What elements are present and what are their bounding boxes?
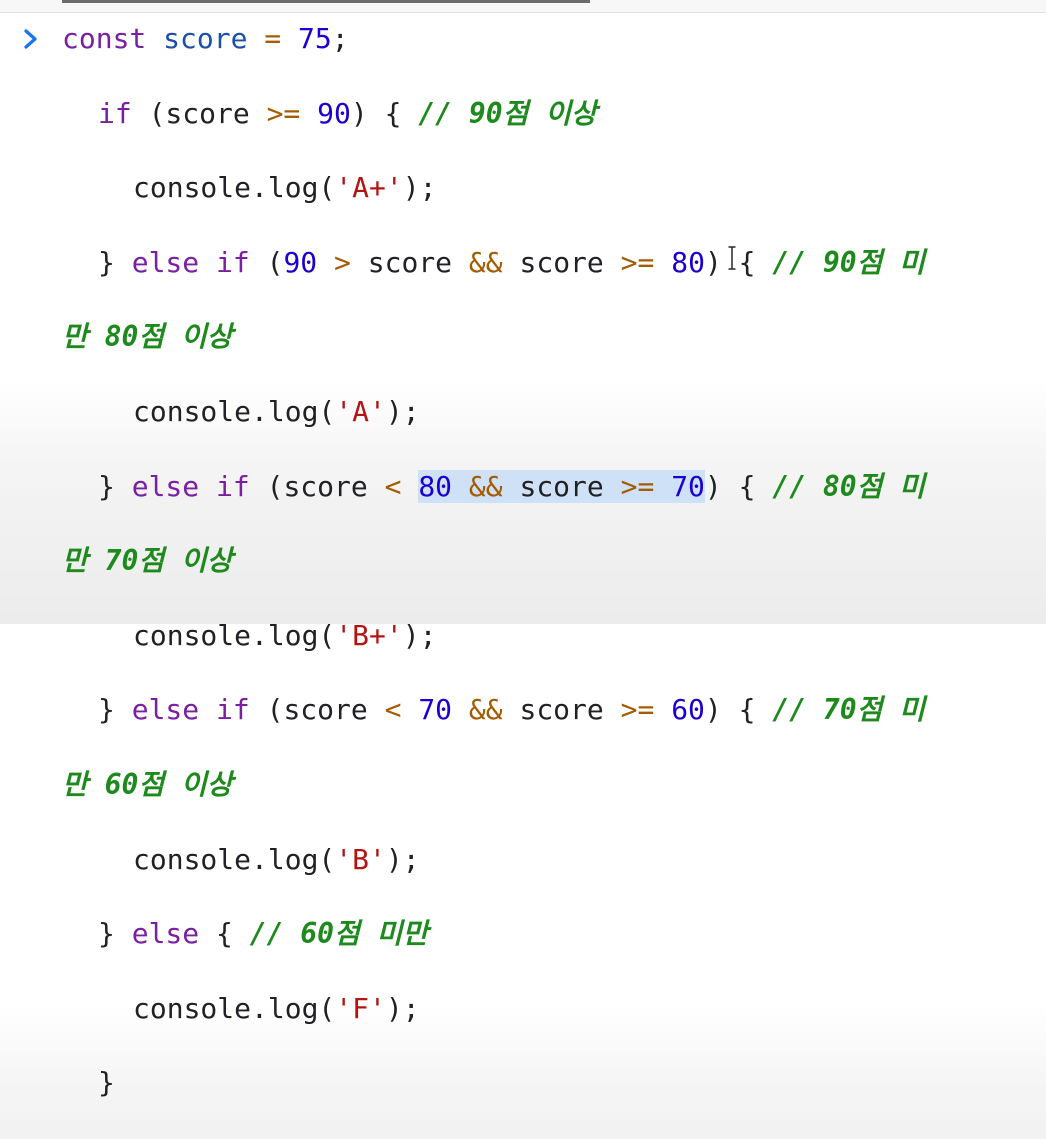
code-text: console.log( [133, 991, 336, 1025]
keyword: if [98, 96, 132, 130]
string-literal: 'B' [335, 842, 386, 876]
scroll-indicator [62, 0, 590, 3]
keyword: else if [131, 469, 250, 503]
comment: 만 70점 이상 [62, 544, 233, 578]
operator: && [468, 693, 503, 727]
code-text: } [98, 917, 132, 951]
code-text: score [502, 245, 621, 279]
operator: < [384, 693, 402, 727]
code-text: score [502, 693, 621, 727]
text-selection: 80 && score >= 70 [418, 469, 705, 503]
code-line: console.log('B+'); [62, 617, 1022, 654]
code-text: } [98, 245, 132, 279]
keyword: else if [131, 245, 250, 279]
number-literal: 70 [418, 693, 453, 727]
operator: < [384, 469, 402, 503]
code-text: } [98, 469, 132, 503]
string-literal: 'A+' [335, 171, 403, 205]
number-literal: 80 [418, 469, 453, 503]
comment: // 60점 미만 [249, 917, 429, 951]
code-text: ) { [704, 245, 773, 279]
comment: // 80점 미 [772, 469, 926, 503]
code-line: } else if (90 > score && score >= 80) { … [62, 244, 1022, 281]
code-line: console.log('F'); [62, 990, 1022, 1027]
comment: // 70점 미 [772, 693, 926, 727]
code-text: ( [249, 245, 284, 279]
code-text: } [98, 1066, 115, 1100]
number-literal: 90 [317, 96, 351, 130]
text-cursor-icon [728, 246, 736, 270]
code-text: (score [249, 469, 385, 503]
number-literal: 90 [283, 245, 318, 279]
operator: = [247, 22, 299, 55]
code-line: console.log('A'); [62, 393, 1022, 430]
code-text: score [502, 469, 621, 503]
comment: // 90점 미 [772, 245, 926, 279]
chevron-right-icon [24, 29, 37, 49]
code-text: ) { [704, 693, 773, 727]
code-line: console.log('B'); [62, 841, 1022, 878]
code-line: } else { // 60점 미만 [62, 915, 1022, 952]
code-text: ); [385, 842, 420, 876]
code-text: ; [331, 22, 349, 55]
comment: // 90점 이상 [418, 96, 597, 130]
operator: && [468, 245, 503, 279]
code-text: } [98, 693, 132, 727]
variable: score [163, 22, 248, 55]
number-literal: 60 [671, 693, 705, 727]
code-line: } else if (score < 70 && score >= 60) { … [62, 691, 1022, 728]
number-literal: 80 [671, 245, 705, 279]
operator: >= [620, 245, 655, 279]
operator: >= [266, 96, 301, 130]
top-strip [0, 0, 1046, 13]
code-line: 만 70점 이상 [62, 542, 1022, 579]
code-text: ); [402, 171, 437, 205]
code-line: const score = 75; [62, 20, 1022, 57]
code-line: console.log('A+'); [62, 169, 1022, 206]
console-input[interactable]: const score = 75; if (score >= 90) { // … [62, 20, 1022, 1139]
keyword: const [62, 22, 164, 55]
code-line: 만 60점 이상 [62, 766, 1022, 803]
code-text: ) { [350, 96, 419, 130]
code-line: } [62, 1064, 1022, 1101]
keyword: else if [131, 693, 250, 727]
code-text: ); [385, 991, 420, 1025]
code-text: console.log( [133, 842, 336, 876]
code-text: { [199, 917, 250, 951]
code-line: 만 80점 이상 [62, 318, 1022, 355]
string-literal: 'A' [335, 394, 386, 428]
operator: > [334, 245, 351, 279]
code-text: score [350, 245, 469, 279]
comment: 만 60점 이상 [62, 767, 233, 801]
code-text: ) { [704, 469, 773, 503]
code-text: (score [249, 693, 385, 727]
keyword: else [131, 917, 200, 951]
code-text: (score [131, 96, 267, 130]
operator: && [468, 469, 503, 503]
string-literal: 'F' [335, 991, 386, 1025]
code-text: console.log( [133, 171, 336, 205]
code-line: } else if (score < 80 && score >= 70) { … [62, 468, 1022, 505]
comment: 만 80점 이상 [62, 320, 233, 354]
number-literal: 70 [671, 469, 705, 503]
number-literal: 75 [298, 22, 332, 55]
operator: >= [620, 693, 655, 727]
code-line: if (score >= 90) { // 90점 이상 [62, 95, 1022, 132]
operator: >= [620, 469, 655, 503]
code-text: ); [385, 394, 420, 428]
code-text: console.log( [133, 394, 336, 428]
